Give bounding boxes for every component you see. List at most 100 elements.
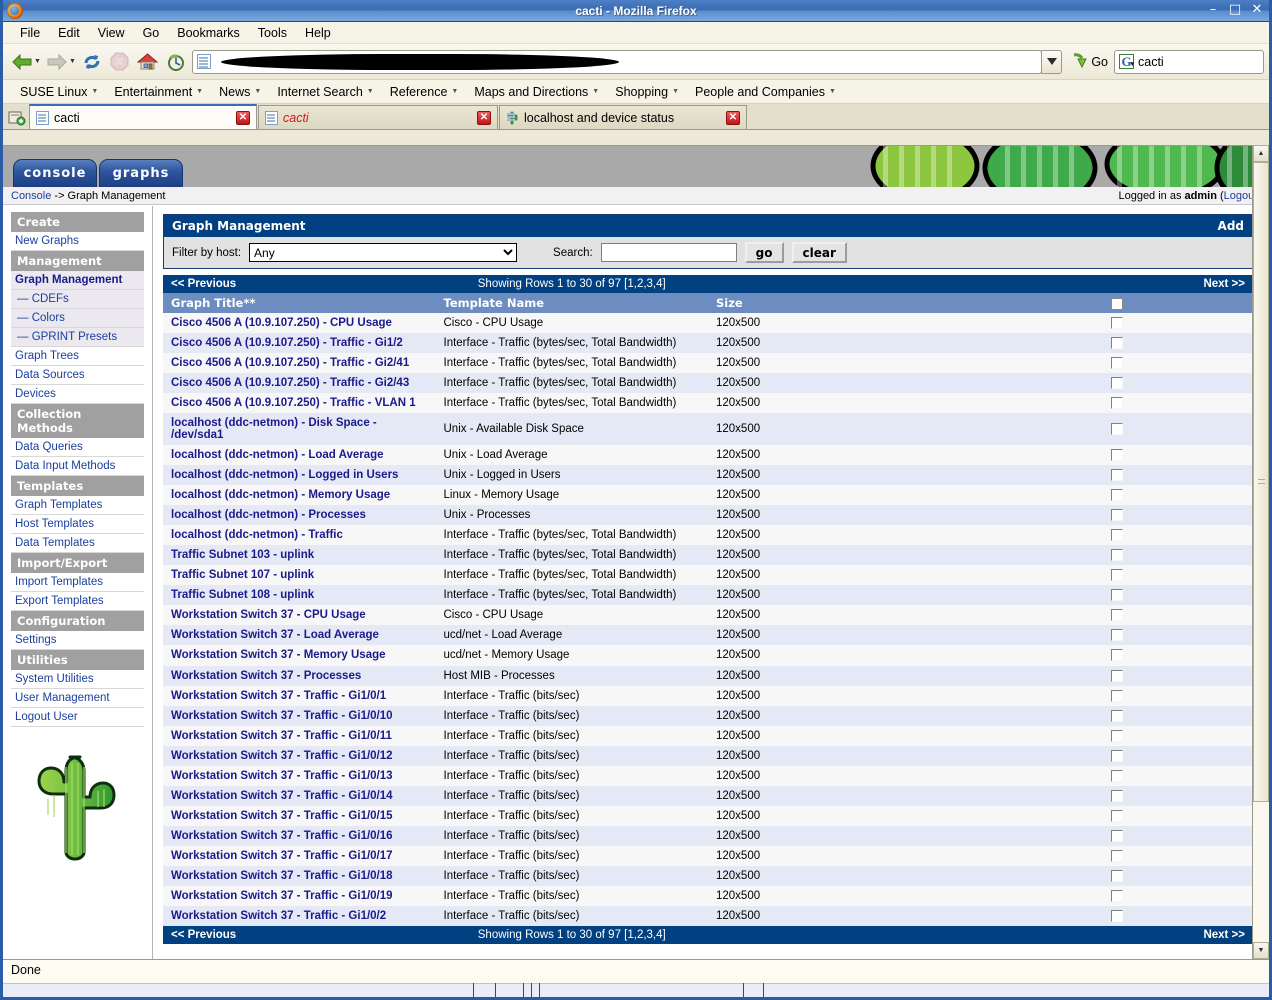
address-bar-dropdown-icon[interactable]	[1041, 49, 1063, 74]
row-checkbox[interactable]	[1110, 709, 1123, 722]
sidebar-item-gprint-presets[interactable]: — GPRINT Presets	[11, 328, 144, 347]
graph-title-link[interactable]: Traffic Subnet 108 - uplink	[171, 589, 314, 601]
sidebar-item-cdefs[interactable]: — CDEFs	[11, 290, 144, 309]
sidebar-item-system-utilities[interactable]: System Utilities	[11, 670, 144, 689]
tab-close-icon[interactable]: ✕	[236, 110, 250, 125]
row-checkbox[interactable]	[1110, 569, 1123, 582]
graph-title-link[interactable]: Workstation Switch 37 - Traffic - Gi1/0/…	[171, 910, 386, 922]
previous-page-link[interactable]: << Previous	[171, 278, 236, 290]
row-checkbox[interactable]	[1110, 909, 1123, 922]
page-scrollbar[interactable]: ▲ ▼	[1252, 145, 1269, 959]
row-checkbox[interactable]	[1110, 357, 1123, 370]
address-bar[interactable]	[191, 49, 1043, 74]
scroll-down-button[interactable]: ▼	[1253, 942, 1269, 959]
graph-title-link[interactable]: Workstation Switch 37 - Traffic - Gi1/0/…	[171, 870, 393, 882]
row-checkbox[interactable]	[1110, 669, 1123, 682]
menu-go[interactable]: Go	[134, 24, 169, 42]
row-checkbox[interactable]	[1110, 549, 1123, 562]
menu-help[interactable]: Help	[296, 24, 340, 42]
history-icon[interactable]	[162, 48, 190, 76]
row-checkbox[interactable]	[1110, 509, 1123, 522]
go-search-button[interactable]: go	[744, 242, 784, 263]
row-checkbox[interactable]	[1110, 789, 1123, 802]
bookmark-reference[interactable]: Reference ▼	[383, 83, 466, 101]
previous-page-link-bottom[interactable]: << Previous	[171, 929, 236, 941]
graph-title-link[interactable]: Cisco 4506 A (10.9.107.250) - Traffic - …	[171, 337, 403, 349]
next-page-link[interactable]: Next >>	[1203, 278, 1245, 290]
cacti-tab-graphs[interactable]: graphs	[99, 159, 183, 187]
menu-view[interactable]: View	[89, 24, 134, 42]
sidebar-item-user-management[interactable]: User Management	[11, 689, 144, 708]
row-checkbox[interactable]	[1110, 649, 1123, 662]
graph-title-link[interactable]: Workstation Switch 37 - CPU Usage	[171, 609, 366, 621]
graph-title-link[interactable]: Workstation Switch 37 - Traffic - Gi1/0/…	[171, 710, 393, 722]
select-all-checkbox[interactable]	[1110, 297, 1123, 310]
sidebar-item-graph-trees[interactable]: Graph Trees	[11, 347, 144, 366]
row-checkbox[interactable]	[1110, 609, 1123, 622]
browser-tab-localhost-status[interactable]: localhost and device status ✕	[499, 105, 747, 129]
sidebar-item-import-templates[interactable]: Import Templates	[11, 573, 144, 592]
reload-icon[interactable]	[78, 48, 106, 76]
row-checkbox[interactable]	[1110, 449, 1123, 462]
row-checkbox[interactable]	[1110, 869, 1123, 882]
menu-tools[interactable]: Tools	[249, 24, 296, 42]
row-checkbox[interactable]	[1110, 829, 1123, 842]
sidebar-item-devices[interactable]: Devices	[11, 385, 144, 404]
sidebar-item-export-templates[interactable]: Export Templates	[11, 592, 144, 611]
graph-title-link[interactable]: Workstation Switch 37 - Processes	[171, 670, 361, 682]
graph-title-link[interactable]: Cisco 4506 A (10.9.107.250) - Traffic - …	[171, 397, 416, 409]
graph-title-link[interactable]: localhost (ddc-netmon) - Load Average	[171, 449, 384, 461]
menu-bookmarks[interactable]: Bookmarks	[168, 24, 249, 42]
add-link[interactable]: Add	[1218, 219, 1244, 233]
column-header-size[interactable]: Size	[708, 293, 981, 313]
graph-title-link[interactable]: Traffic Subnet 103 - uplink	[171, 549, 314, 561]
row-checkbox[interactable]	[1110, 729, 1123, 742]
sidebar-item-graph-templates[interactable]: Graph Templates	[11, 496, 144, 515]
row-checkbox[interactable]	[1110, 377, 1123, 390]
row-checkbox[interactable]	[1110, 749, 1123, 762]
graph-title-link[interactable]: localhost (ddc-netmon) - Disk Space - /d…	[171, 417, 377, 441]
column-header-template-name[interactable]: Template Name	[435, 293, 708, 313]
sidebar-item-data-sources[interactable]: Data Sources	[11, 366, 144, 385]
row-checkbox[interactable]	[1110, 629, 1123, 642]
graph-title-link[interactable]: Workstation Switch 37 - Traffic - Gi1/0/…	[171, 810, 393, 822]
bookmark-suse-linux[interactable]: SUSE Linux ▼	[13, 83, 105, 101]
filter-host-select[interactable]: Any	[249, 243, 518, 262]
graph-title-link[interactable]: Workstation Switch 37 - Traffic - Gi1/0/…	[171, 890, 393, 902]
new-tab-icon[interactable]	[5, 107, 29, 129]
sidebar-item-data-input-methods[interactable]: Data Input Methods	[11, 457, 144, 476]
row-checkbox[interactable]	[1110, 809, 1123, 822]
tab-close-icon[interactable]: ✕	[477, 110, 491, 125]
row-checkbox[interactable]	[1110, 589, 1123, 602]
menu-file[interactable]: File	[11, 24, 49, 42]
tab-close-icon[interactable]: ✕	[726, 110, 740, 125]
row-checkbox[interactable]	[1110, 689, 1123, 702]
graph-title-link[interactable]: localhost (ddc-netmon) - Processes	[171, 509, 366, 521]
graph-title-link[interactable]: localhost (ddc-netmon) - Memory Usage	[171, 489, 390, 501]
menu-edit[interactable]: Edit	[49, 24, 89, 42]
row-checkbox[interactable]	[1110, 337, 1123, 350]
scroll-up-button[interactable]: ▲	[1253, 145, 1269, 162]
graph-title-link[interactable]: Workstation Switch 37 - Traffic - Gi1/0/…	[171, 790, 393, 802]
row-checkbox[interactable]	[1110, 489, 1123, 502]
graph-title-link[interactable]: Workstation Switch 37 - Traffic - Gi1/0/…	[171, 750, 393, 762]
graph-title-link[interactable]: Workstation Switch 37 - Memory Usage	[171, 649, 386, 661]
sidebar-item-colors[interactable]: — Colors	[11, 309, 144, 328]
bookmark-shopping[interactable]: Shopping ▼	[608, 83, 686, 101]
clear-search-button[interactable]: clear	[791, 242, 847, 263]
back-arrow-icon[interactable]	[8, 48, 36, 76]
back-history-dropdown-icon[interactable]: ▼	[34, 58, 41, 65]
close-button[interactable]: ✕	[1249, 2, 1265, 18]
graph-title-link[interactable]: Workstation Switch 37 - Traffic - Gi1/0/…	[171, 850, 393, 862]
row-checkbox[interactable]	[1110, 469, 1123, 482]
row-checkbox[interactable]	[1110, 769, 1123, 782]
row-checkbox[interactable]	[1110, 529, 1123, 542]
graph-title-link[interactable]: Workstation Switch 37 - Traffic - Gi1/0/…	[171, 690, 386, 702]
bookmark-news[interactable]: News ▼	[212, 83, 268, 101]
row-checkbox[interactable]	[1110, 849, 1123, 862]
scrollbar-thumb[interactable]	[1253, 162, 1269, 802]
column-header-graph-title[interactable]: Graph Title**	[163, 293, 436, 313]
sidebar-item-graph-management[interactable]: Graph Management	[11, 271, 144, 290]
row-checkbox[interactable]	[1110, 423, 1123, 436]
bookmark-people-and-companies[interactable]: People and Companies ▼	[688, 83, 843, 101]
